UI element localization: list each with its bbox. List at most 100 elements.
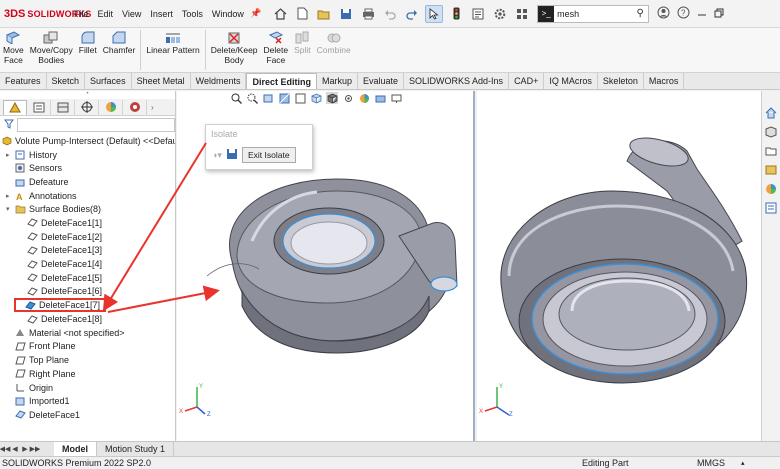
- tab-direct-editing[interactable]: Direct Editing: [246, 73, 317, 89]
- solidworks-resources-icon[interactable]: [764, 106, 778, 120]
- unit-system[interactable]: MMGS: [697, 458, 725, 468]
- tab-model[interactable]: Model: [54, 442, 97, 456]
- status-dropdown-icon[interactable]: ▴: [741, 459, 745, 467]
- minimize-icon[interactable]: [697, 8, 707, 20]
- next-tab-icon[interactable]: ▶: [20, 444, 30, 455]
- chamfer-button[interactable]: Chamfer: [100, 30, 139, 55]
- menu-edit[interactable]: Edit: [98, 9, 114, 19]
- tab-sketch[interactable]: Sketch: [46, 73, 86, 89]
- view-orientation-icon[interactable]: [310, 92, 322, 104]
- tab-iq-macros[interactable]: IQ MAcros: [544, 73, 598, 89]
- tree-item-deleteface-1[interactable]: DeleteFace1[1]: [2, 216, 175, 230]
- tree-item-history[interactable]: ▸ History: [2, 148, 175, 162]
- options-gear-icon[interactable]: [491, 5, 509, 23]
- move-face-button[interactable]: Move Face: [0, 30, 27, 65]
- collapse-arrow-icon[interactable]: ▾: [6, 205, 14, 213]
- design-library-icon[interactable]: [764, 125, 778, 139]
- solidworks-logo[interactable]: 3DS SOLIDWORKS: [0, 8, 91, 20]
- tab-macros[interactable]: Macros: [643, 73, 685, 89]
- file-properties-icon[interactable]: [469, 5, 487, 23]
- search-box[interactable]: >_ mesh ⚲: [537, 4, 650, 23]
- tree-item-deleteface-6[interactable]: DeleteFace1[6]: [2, 285, 175, 299]
- restore-icon[interactable]: [714, 8, 724, 20]
- tab-cad-plus[interactable]: CAD+: [509, 73, 545, 89]
- menu-insert[interactable]: Insert: [150, 9, 173, 19]
- redo-icon[interactable]: [403, 5, 421, 23]
- filter-icon[interactable]: [4, 119, 14, 131]
- tree-item-top-plane[interactable]: Top Plane: [2, 353, 175, 367]
- display-manager-tab-icon[interactable]: [99, 99, 123, 115]
- tree-item-annotations[interactable]: ▸ A Annotations: [2, 189, 175, 203]
- dimxpert-tab-icon[interactable]: [75, 99, 99, 115]
- last-tab-icon[interactable]: ▶▶: [30, 444, 41, 455]
- tree-item-right-plane[interactable]: Right Plane: [2, 367, 175, 381]
- tree-item-deleteface-7-selected[interactable]: DeleteFace1[7]: [14, 298, 106, 313]
- tab-evaluate[interactable]: Evaluate: [358, 73, 405, 89]
- menu-view[interactable]: View: [122, 9, 141, 19]
- tree-root[interactable]: Volute Pump-Intersect (Default) <<Defaul: [2, 134, 175, 148]
- menu-file[interactable]: File: [74, 9, 89, 19]
- tree-item-deleteface-4[interactable]: DeleteFace1[4]: [2, 257, 175, 271]
- traffic-light-icon[interactable]: [447, 5, 465, 23]
- open-folder-icon[interactable]: [315, 5, 333, 23]
- tree-item-surface-bodies[interactable]: ▾ Surface Bodies(8): [2, 202, 175, 216]
- search-icon[interactable]: ⚲: [632, 8, 648, 19]
- section-view-icon[interactable]: [278, 92, 290, 104]
- apply-scene-icon[interactable]: [374, 92, 386, 104]
- more-tabs-icon[interactable]: ›: [151, 103, 154, 112]
- tab-markup[interactable]: Markup: [316, 73, 358, 89]
- tab-weldments[interactable]: Weldments: [190, 73, 247, 89]
- tab-surfaces[interactable]: Surfaces: [85, 73, 132, 89]
- home-icon[interactable]: [271, 5, 289, 23]
- delete-keep-body-button[interactable]: Delete/Keep Body: [208, 30, 261, 65]
- delete-face-button[interactable]: Delete Face: [261, 30, 292, 65]
- tree-item-front-plane[interactable]: Front Plane: [2, 340, 175, 354]
- search-input[interactable]: mesh: [557, 9, 632, 19]
- tree-item-deleteface-3[interactable]: DeleteFace1[3]: [2, 244, 175, 258]
- zoom-to-fit-icon[interactable]: [230, 92, 242, 104]
- tree-item-sensors[interactable]: Sensors: [2, 161, 175, 175]
- previous-view-icon[interactable]: [262, 92, 274, 104]
- tree-item-deleteface-2[interactable]: DeleteFace1[2]: [2, 230, 175, 244]
- graphics-viewport-right[interactable]: Y X Z: [477, 91, 761, 441]
- dynamic-annotation-icon[interactable]: [294, 92, 306, 104]
- fillet-button[interactable]: Fillet: [76, 30, 100, 55]
- custom-properties-icon[interactable]: [764, 201, 778, 215]
- volute-pump-model-full[interactable]: [477, 91, 761, 441]
- appearances-scenes-icon[interactable]: [764, 182, 778, 196]
- file-explorer-icon[interactable]: [764, 144, 778, 158]
- hide-show-items-icon[interactable]: [342, 92, 354, 104]
- split-button[interactable]: Split: [291, 30, 314, 55]
- tree-item-defeature[interactable]: Defeature: [2, 175, 175, 189]
- cam-tab-icon[interactable]: [123, 99, 147, 115]
- feature-manager-tab-icon[interactable]: [3, 99, 27, 115]
- first-tab-icon[interactable]: ◀◀: [0, 444, 10, 455]
- linear-pattern-button[interactable]: Linear Pattern: [143, 30, 202, 55]
- tree-item-deleteface1[interactable]: DeleteFace1: [2, 408, 175, 422]
- account-icon[interactable]: [657, 6, 670, 21]
- configuration-manager-tab-icon[interactable]: [51, 99, 75, 115]
- tree-item-material[interactable]: Material <not specified>: [2, 326, 175, 340]
- customize-icon[interactable]: [513, 5, 531, 23]
- tab-skeleton[interactable]: Skeleton: [597, 73, 644, 89]
- save-state-icon[interactable]: [226, 148, 238, 162]
- property-manager-tab-icon[interactable]: [27, 99, 51, 115]
- undo-icon[interactable]: [381, 5, 399, 23]
- new-document-icon[interactable]: [293, 5, 311, 23]
- print-icon[interactable]: [359, 5, 377, 23]
- tree-item-origin[interactable]: Origin: [2, 381, 175, 395]
- tab-solidworks-addins[interactable]: SOLIDWORKS Add-Ins: [404, 73, 510, 89]
- view-palette-icon[interactable]: [764, 163, 778, 177]
- tree-item-imported1[interactable]: Imported1: [2, 394, 175, 408]
- display-style-dropdown-icon[interactable]: ◑▾: [212, 150, 222, 161]
- tree-item-deleteface-8[interactable]: DeleteFace1[8]: [2, 312, 175, 326]
- expand-arrow-icon[interactable]: ▸: [6, 192, 14, 200]
- tree-filter-input[interactable]: [17, 118, 175, 132]
- display-style-icon[interactable]: [326, 92, 338, 104]
- tab-sheet-metal[interactable]: Sheet Metal: [131, 73, 191, 89]
- exit-isolate-button[interactable]: Exit Isolate: [241, 147, 296, 163]
- save-icon[interactable]: [337, 5, 355, 23]
- expand-arrow-icon[interactable]: ▸: [6, 151, 14, 159]
- edit-appearance-icon[interactable]: [358, 92, 370, 104]
- menu-tools[interactable]: Tools: [182, 9, 203, 19]
